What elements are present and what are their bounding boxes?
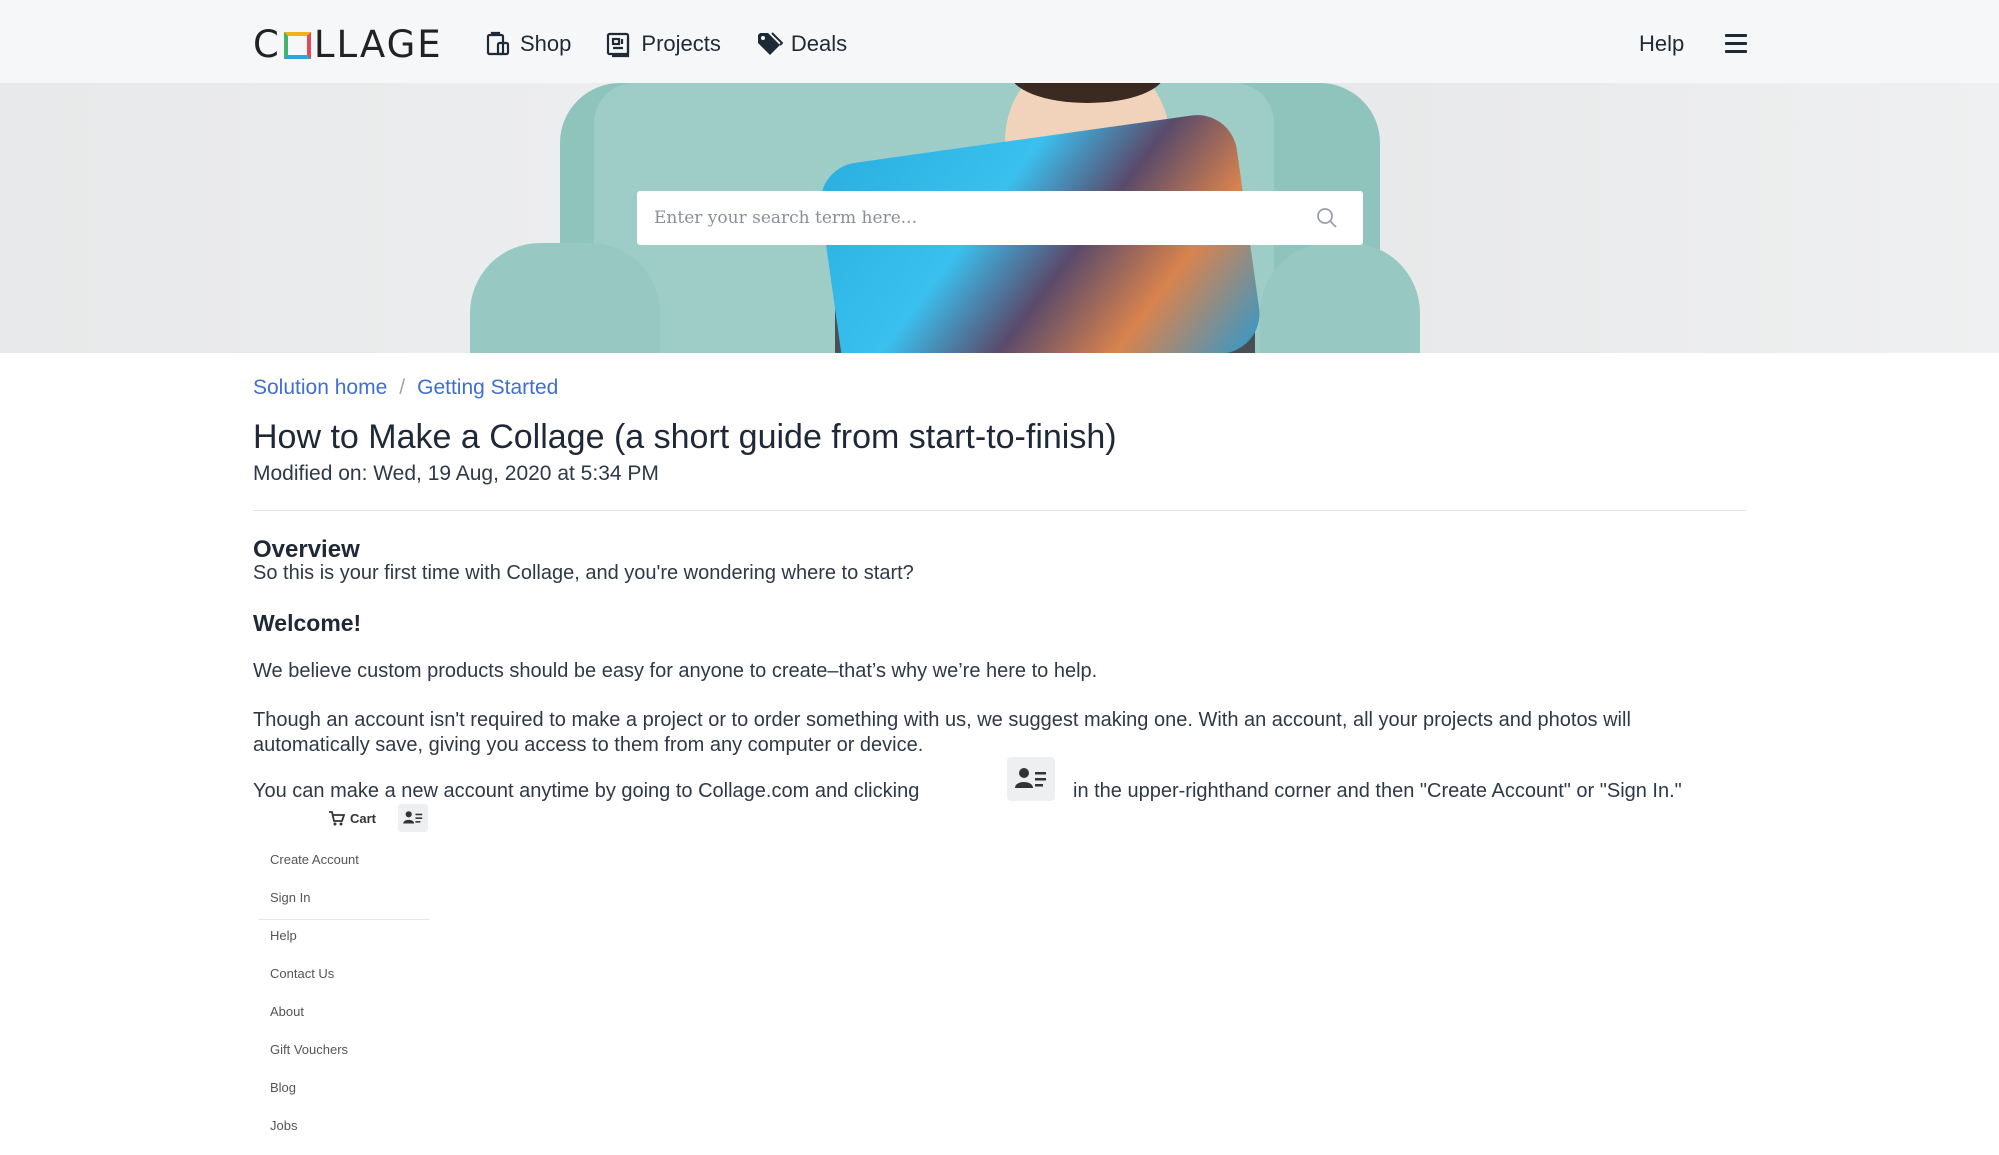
hero-chair-arm-left bbox=[470, 243, 660, 353]
mini-item-help: Help bbox=[270, 928, 297, 943]
logo-letter-c: C bbox=[253, 22, 281, 66]
nav-deals-label: Deals bbox=[790, 31, 848, 56]
overview-text: So this is your first time with Collage,… bbox=[253, 562, 914, 584]
mini-account-button bbox=[398, 804, 428, 832]
shop-bag-icon bbox=[486, 31, 510, 56]
mini-item-gift-vouchers: Gift Vouchers bbox=[270, 1042, 349, 1057]
hamburger-menu-icon[interactable] bbox=[1723, 31, 1749, 57]
mini-cart: Cart bbox=[328, 810, 376, 827]
breadcrumb-getting-started[interactable]: Getting Started bbox=[417, 376, 558, 400]
breadcrumb-separator: / bbox=[399, 376, 406, 399]
mini-item-blog: Blog bbox=[270, 1080, 297, 1095]
account-card-icon bbox=[1015, 768, 1046, 788]
welcome-heading: Welcome! bbox=[253, 610, 362, 636]
dropdown-image-header: Cart bbox=[328, 804, 428, 832]
main-nav: Shop Projects Deals bbox=[484, 26, 881, 62]
nav-shop-label: Shop bbox=[520, 31, 572, 56]
signup-text-after: in the upper-righthand corner and then "… bbox=[1073, 780, 1682, 802]
divider bbox=[253, 510, 1746, 511]
tag-icon bbox=[757, 32, 783, 55]
nav-projects[interactable]: Projects bbox=[605, 26, 721, 62]
signup-text-before: You can make a new account anytime by go… bbox=[253, 780, 920, 802]
mini-divider bbox=[258, 919, 430, 920]
hero-chair-arm-right bbox=[1260, 243, 1420, 353]
mini-item-contact-us: Contact Us bbox=[270, 966, 335, 981]
logo-letters: LLAGE bbox=[313, 22, 443, 66]
mini-item-jobs: Jobs bbox=[270, 1118, 298, 1133]
projects-icon bbox=[607, 32, 630, 58]
search-icon[interactable] bbox=[1316, 207, 1338, 229]
modified-date: Modified on: Wed, 19 Aug, 2020 at 5:34 P… bbox=[253, 462, 659, 485]
breadcrumb: Solution home / Getting Started bbox=[253, 376, 558, 400]
account-button-image bbox=[1007, 757, 1055, 801]
breadcrumb-solution-home[interactable]: Solution home bbox=[253, 376, 387, 400]
help-link[interactable]: Help bbox=[1639, 31, 1684, 57]
collage-logo[interactable]: C LLAGE bbox=[253, 22, 443, 66]
account-paragraph: Though an account isn't required to make… bbox=[253, 709, 1631, 756]
mini-item-create-account: Create Account bbox=[270, 852, 359, 867]
nav-deals[interactable]: Deals bbox=[755, 26, 847, 62]
mini-item-sign-in: Sign In bbox=[270, 890, 311, 905]
search-input[interactable] bbox=[637, 191, 1297, 245]
page-title: How to Make a Collage (a short guide fro… bbox=[253, 418, 1117, 456]
top-header: C LLAGE Shop Projects Deals Help bbox=[0, 0, 1999, 83]
logo-square-icon bbox=[283, 31, 311, 59]
nav-shop[interactable]: Shop bbox=[484, 26, 571, 62]
mini-cart-label: Cart bbox=[350, 811, 377, 826]
overview-heading: Overview bbox=[253, 536, 360, 563]
account-card-icon bbox=[403, 811, 423, 824]
cart-icon bbox=[329, 811, 345, 826]
search-box bbox=[637, 191, 1363, 245]
nav-projects-label: Projects bbox=[641, 31, 721, 56]
mini-item-about: About bbox=[270, 1004, 304, 1019]
custom-products-paragraph: We believe custom products should be eas… bbox=[253, 660, 1098, 682]
